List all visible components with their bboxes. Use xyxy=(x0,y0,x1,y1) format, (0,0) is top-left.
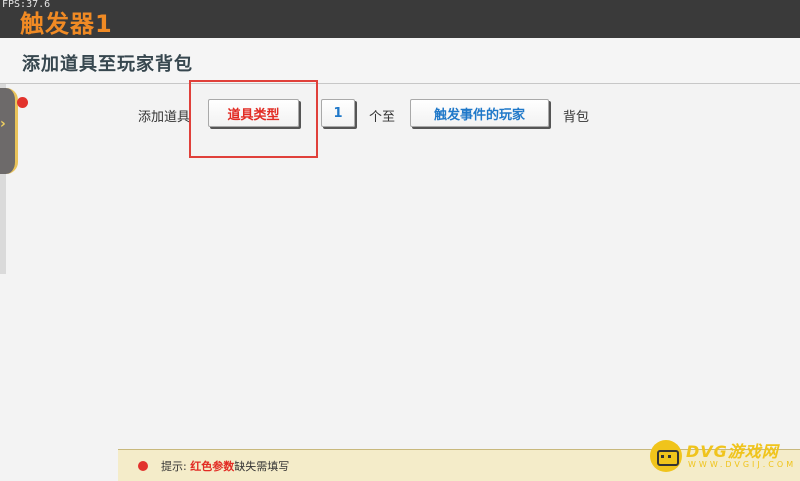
action-middle-label: 个至 xyxy=(369,110,396,125)
count-button[interactable]: 1 xyxy=(321,99,355,127)
hint-text: 提示: 红色参数缺失需填写 xyxy=(161,458,289,474)
subheader: 添加道具至玩家背包 xyxy=(0,38,800,84)
action-prefix-label: 添加道具 xyxy=(138,110,191,125)
hint-suffix: 缺失需填写 xyxy=(234,460,290,473)
chevron-right-icon: › xyxy=(0,116,6,132)
side-panel-tab[interactable]: › xyxy=(0,88,18,174)
gamepad-icon xyxy=(650,440,682,472)
window-title: 触发器1 xyxy=(20,10,113,38)
watermark-name: DVG游戏网 xyxy=(686,442,779,461)
action-suffix-label: 背包 xyxy=(563,110,590,125)
player-button[interactable]: 触发事件的玩家 xyxy=(410,99,549,127)
hint-dot-icon xyxy=(138,461,148,471)
hint-red-text: 红色参数 xyxy=(190,460,235,473)
watermark-logo: DVG游戏网 WWW.DVGIJ.COM xyxy=(646,436,796,478)
highlight-annotation-box xyxy=(189,80,318,158)
error-dot-icon xyxy=(17,97,28,108)
hint-prefix: 提示: xyxy=(161,460,187,473)
page-title: 添加道具至玩家背包 xyxy=(22,54,193,75)
title-bar: FPS:37.6 触发器1 xyxy=(0,0,800,38)
watermark-url: WWW.DVGIJ.COM xyxy=(688,460,797,469)
